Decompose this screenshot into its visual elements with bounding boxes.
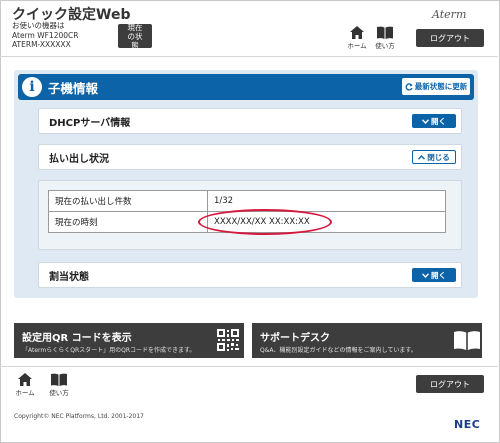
refresh-label: 最新状態に更新 — [414, 82, 468, 91]
book-icon — [51, 373, 67, 386]
accordion-assignment-label: 割当状態 — [49, 272, 89, 283]
accordion-dhcp-label: DHCPサーバ情報 — [49, 118, 131, 129]
footer-logout-label: ログアウト — [430, 379, 470, 389]
header-divider — [0, 56, 498, 57]
device-caption: お使いの機器は — [12, 21, 65, 30]
home-label: ホーム — [347, 42, 367, 50]
footer-help-link[interactable]: 使い方 — [48, 373, 70, 397]
chevron-down-icon — [422, 118, 429, 124]
section-header: i 子機情報 最新状態に更新 — [18, 74, 474, 100]
home-link[interactable]: ホーム — [346, 26, 368, 50]
accordion-dhcp[interactable]: DHCPサーバ情報 開く — [38, 108, 462, 134]
qr-card-title: 設定用QR コードを表示 — [22, 333, 132, 344]
accordion-lease-label: 払い出し状況 — [49, 154, 109, 165]
support-card-title: サポートデスク — [260, 333, 330, 344]
highlight-ellipse — [198, 209, 332, 235]
support-card-subtitle: Q&A、機能別設定ガイドなどの情報をご案内しています。 — [260, 347, 417, 354]
qr-card-subtitle: 「AtermらくらくQRスタート」用のQRコードを作成できます。 — [22, 347, 196, 354]
section-title: 子機情報 — [48, 81, 99, 96]
help-link[interactable]: 使い方 — [374, 26, 396, 50]
brand-logo: Aterm — [432, 8, 467, 21]
table-row: 現在の払い出し件数 1/32 — [48, 190, 446, 212]
accordion-assignment[interactable]: 割当状態 開く — [38, 262, 462, 288]
device-serial: ATERM-XXXXXX — [12, 40, 71, 49]
current-status-button[interactable]: 現在の状態 — [118, 22, 152, 50]
device-model: Aterm WF1200CR — [12, 30, 79, 40]
support-desk-card[interactable]: サポートデスク Q&A、機能別設定ガイドなどの情報をご案内しています。 — [252, 323, 482, 358]
logout-label: ログアウト — [430, 33, 470, 43]
info-icon: i — [22, 77, 42, 97]
chevron-up-icon — [418, 154, 426, 160]
dhcp-open-label: 開く — [431, 116, 446, 126]
qr-code-card[interactable]: 設定用QR コードを表示 「AtermらくらくQRスタート」用のQRコードを作成… — [14, 323, 244, 358]
home-icon — [18, 373, 32, 386]
chevron-down-icon — [422, 272, 429, 278]
current-time-key: 現在の時刻 — [48, 211, 208, 233]
footer-divider — [0, 366, 498, 367]
assignment-open-button[interactable]: 開く — [412, 268, 456, 282]
lease-close-label: 閉じる — [427, 152, 450, 162]
logout-button[interactable]: ログアウト — [416, 29, 484, 47]
dhcp-open-button[interactable]: 開く — [412, 114, 456, 128]
refresh-button[interactable]: 最新状態に更新 — [402, 78, 470, 95]
footer-home-label: ホーム — [15, 389, 35, 397]
accordion-lease[interactable]: 払い出し状況 閉じる — [38, 144, 462, 170]
device-info: お使いの機器は Aterm WF1200CR ATERM-XXXXXX — [12, 21, 78, 50]
assignment-open-label: 開く — [431, 270, 446, 280]
qr-code-icon — [216, 328, 240, 352]
help-label: 使い方 — [375, 42, 395, 50]
book-icon — [377, 26, 393, 39]
refresh-icon — [405, 82, 413, 91]
nec-logo: NEC — [454, 418, 481, 431]
home-icon — [350, 26, 364, 39]
footer-logout-button[interactable]: ログアウト — [416, 375, 484, 393]
lease-count-key: 現在の払い出し件数 — [48, 190, 208, 212]
lease-count-value: 1/32 — [207, 190, 446, 212]
footer-help-label: 使い方 — [49, 389, 69, 397]
book-icon — [454, 331, 480, 350]
footer-home-link[interactable]: ホーム — [14, 373, 36, 397]
lease-close-button[interactable]: 閉じる — [412, 150, 456, 164]
current-status-label: 現在の状態 — [127, 22, 143, 50]
copyright-text: Copyright© NEC Platforms, Ltd. 2001-2017 — [14, 413, 144, 420]
